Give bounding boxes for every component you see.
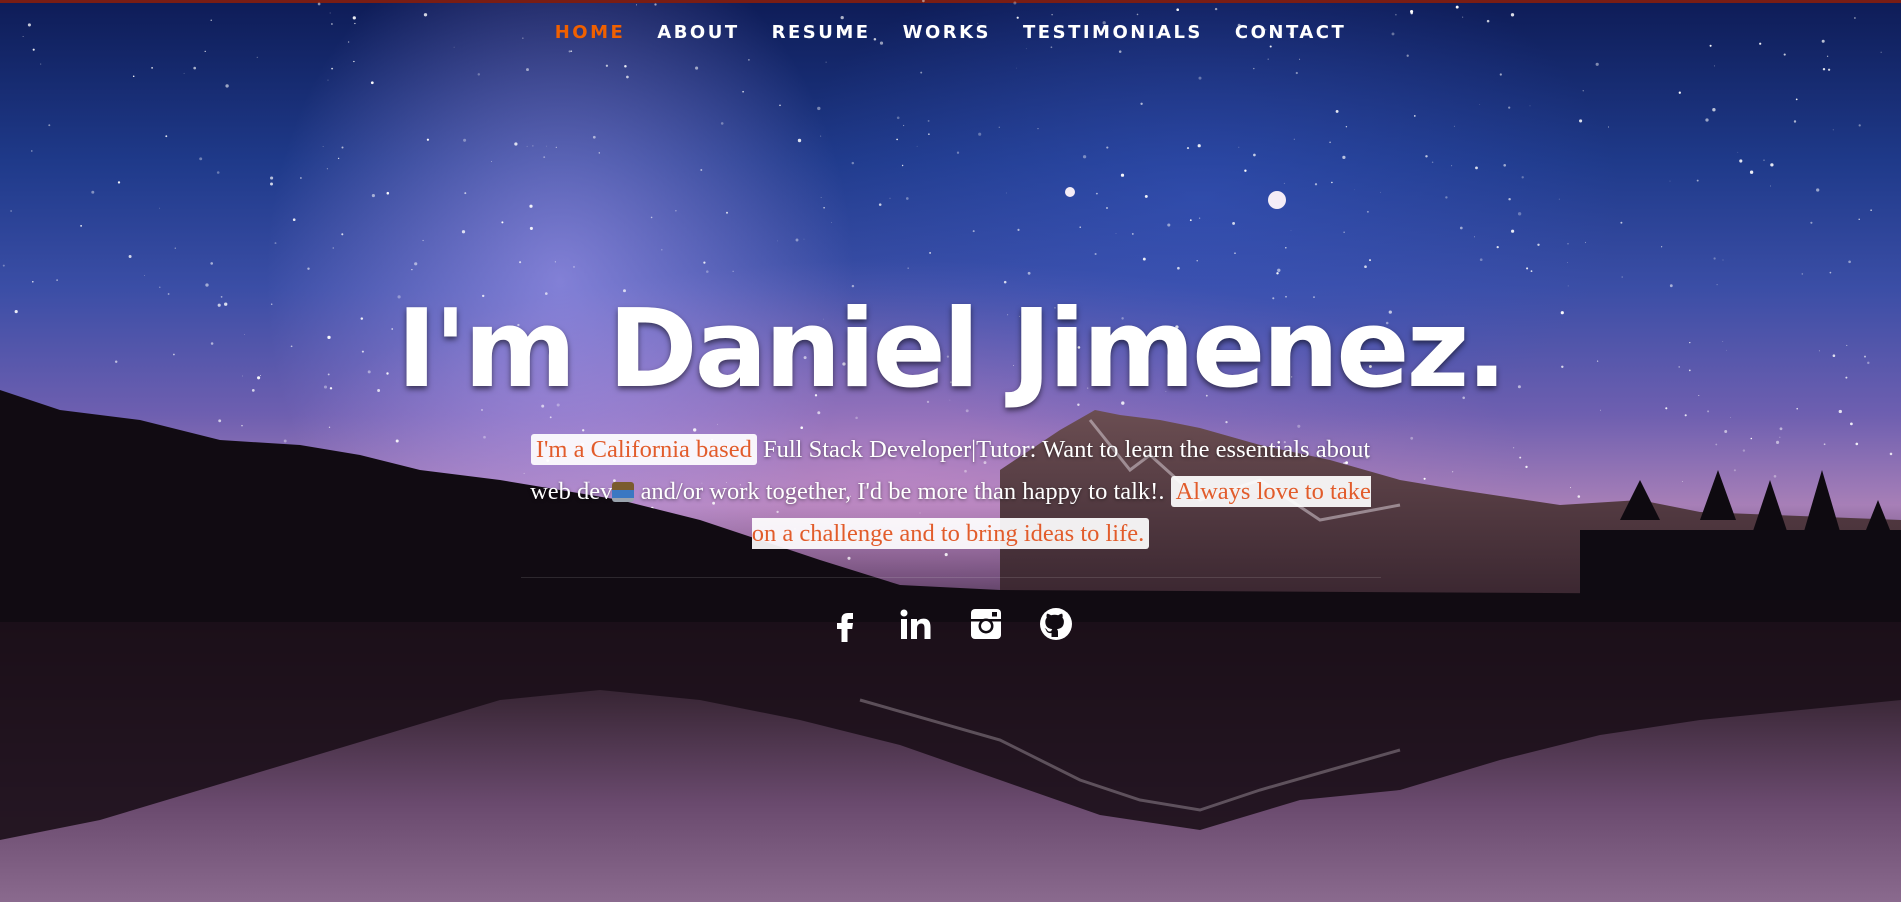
linkedin-icon[interactable] — [898, 606, 934, 642]
nav-resume[interactable]: RESUME — [756, 18, 887, 47]
hero-background: HOME ABOUT RESUME WORKS TESTIMONIALS CON… — [0, 0, 1901, 902]
nav-works[interactable]: WORKS — [887, 18, 1007, 47]
nav-contact[interactable]: CONTACT — [1219, 18, 1362, 47]
instagram-icon[interactable] — [968, 606, 1004, 642]
nav-home[interactable]: HOME — [539, 18, 642, 47]
technologist-laptop-emoji-icon — [612, 482, 635, 502]
page-title: I'm Daniel Jimenez. — [396, 287, 1508, 412]
banner: I'm Daniel Jimenez. I'm a California bas… — [0, 285, 1901, 642]
social-links — [0, 606, 1901, 642]
main-navigation: HOME ABOUT RESUME WORKS TESTIMONIALS CON… — [0, 18, 1901, 47]
nav-testimonials[interactable]: TESTIMONIALS — [1007, 18, 1219, 47]
intro-text: I'm a California based Full Stack Develo… — [521, 429, 1381, 555]
facebook-icon[interactable] — [828, 606, 864, 642]
intro-highlight-location: I'm a California based — [530, 434, 757, 465]
github-icon[interactable] — [1038, 606, 1074, 642]
nav-about[interactable]: ABOUT — [641, 18, 755, 47]
divider — [520, 577, 1381, 578]
intro-text-part-2: and/or work together, I'd be more than h… — [634, 478, 1171, 505]
